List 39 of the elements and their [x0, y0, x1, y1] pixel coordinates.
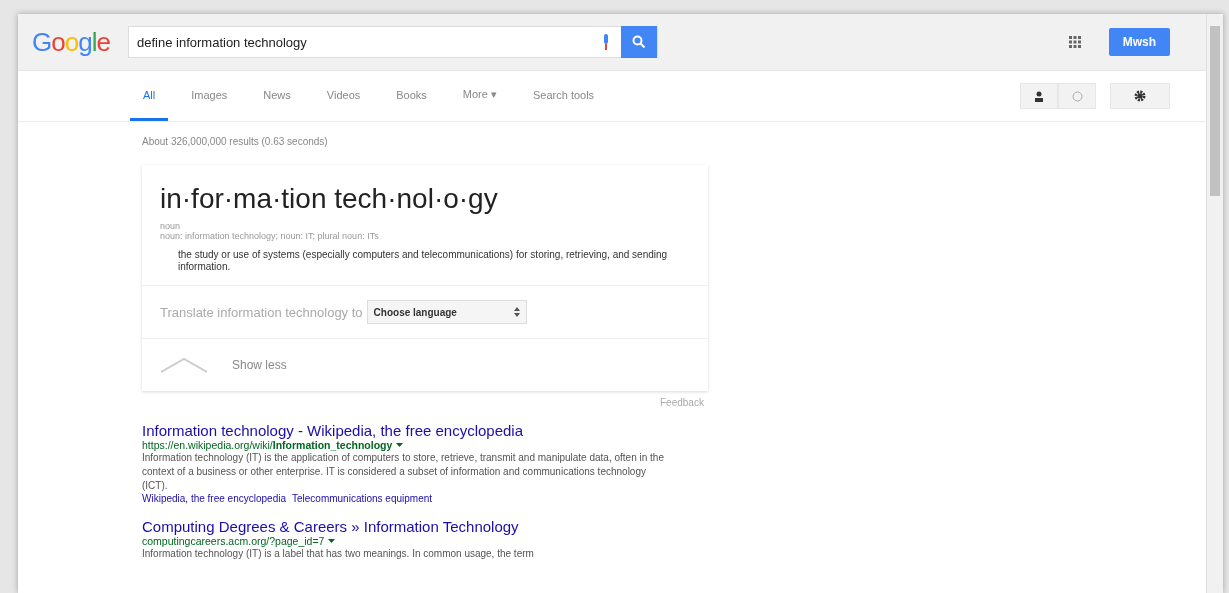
tab[interactable]: More ▾: [449, 71, 510, 121]
search-button[interactable]: [621, 26, 657, 58]
tab[interactable]: Images: [178, 71, 241, 121]
result-url: https://en.wikipedia.org/wiki/Information_technology: [142, 439, 393, 451]
settings-button[interactable]: [1110, 83, 1170, 109]
result-title[interactable]: Information technology - Wikipedia, the free encyclopedia: [142, 422, 672, 439]
definition-text: the study or use of systems (especially computers and telecommunications) for storing, retrieving, and sending information.: [177, 248, 669, 274]
part-of-speech: noun: [159, 221, 182, 231]
tab[interactable]: News: [250, 71, 304, 121]
tab[interactable]: Books: [383, 71, 440, 121]
language-select[interactable]: Choose language: [366, 300, 527, 324]
word-forms: noun: information technology; noun: IT; plural noun: ITs: [159, 231, 380, 241]
feedback-link[interactable]: Feedback: [660, 397, 704, 408]
result-stats: About 326,000,000 results (0.63 seconds): [142, 136, 329, 147]
sign-in-button[interactable]: Mwsh: [1108, 28, 1170, 56]
dropdown-caret-icon[interactable]: [396, 443, 404, 447]
translate-label: Translate information technology to: [160, 304, 363, 320]
tab[interactable]: Videos: [313, 71, 374, 121]
result-url: computingcareers.acm.org/?page_id=7: [142, 535, 325, 547]
microphone-icon[interactable]: [601, 34, 611, 50]
dropdown-caret-icon[interactable]: [328, 539, 336, 543]
result-snippet: Information technology (IT) is the application of computers to store, retrieve, transmit and manipulate data, often in the context of a business or other enterprise. IT is considered a subset of information and communications technology (ICT).: [142, 451, 665, 493]
sitelink[interactable]: Wikipedia, the free encyclopedia: [142, 493, 286, 504]
apps-grid-icon[interactable]: [1068, 36, 1081, 48]
logo[interactable]: Google: [32, 26, 128, 58]
person-icon: [1034, 90, 1044, 102]
search-field[interactable]: define information technology: [128, 26, 658, 58]
sitelink[interactable]: Telecommunications equipment: [292, 493, 433, 504]
result-title[interactable]: Computing Degrees & Careers » Information Technology: [142, 518, 672, 535]
personal-results-button[interactable]: [1020, 83, 1058, 109]
show-less-button[interactable]: Show less: [160, 357, 287, 373]
result-snippet: Information technology (IT) is a label that has two meanings. In common usage, the term: [142, 547, 535, 561]
chevron-up-icon: [160, 357, 208, 373]
tab[interactable]: Search tools: [519, 71, 608, 121]
search-icon: [632, 35, 646, 49]
updown-caret-icon: [513, 307, 520, 317]
settings-icon: [1134, 90, 1146, 102]
headword: in·for·ma·tion tech·nol·o·gy: [159, 182, 499, 216]
tab[interactable]: All: [130, 71, 169, 121]
